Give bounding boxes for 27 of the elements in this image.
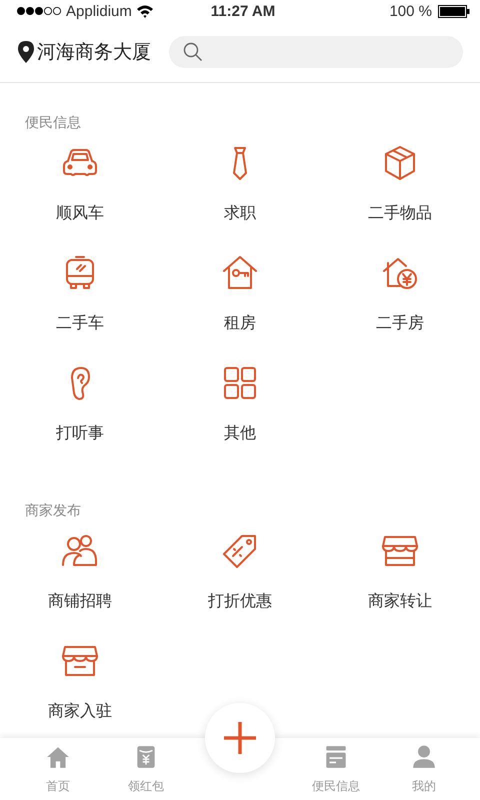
carrier-name: Applidium [66,2,132,20]
card-list-icon [323,744,349,770]
category-item[interactable]: 求职 [160,135,320,245]
category-item[interactable]: 租房 [160,245,320,355]
category-item[interactable]: 打折优惠 [160,523,320,633]
status-time: 11:27 AM [210,2,276,20]
section-title: 商家发布 [24,502,82,521]
person-icon [411,744,437,770]
location-name[interactable]: 河海商务大厦 [37,39,151,65]
category-item[interactable]: 商家入驻 [0,633,160,738]
category-item[interactable]: 二手房 [320,245,480,355]
plus-icon [222,720,258,756]
category-item[interactable]: 打听事 [0,355,160,465]
wifi-icon [136,4,154,18]
category-item[interactable]: 二手车 [0,245,160,355]
section-title: 便民信息 [24,114,82,133]
category-item[interactable]: 顺风车 [0,135,160,245]
category-item[interactable]: 二手物品 [320,135,480,245]
search-icon [183,42,203,62]
category-item[interactable]: 商铺招聘 [0,523,160,633]
category-item[interactable]: 其他 [160,355,320,465]
location-pin-icon [18,41,34,63]
signal-icon [16,6,62,16]
search-field[interactable] [169,36,463,68]
category-item[interactable]: 商家转让 [320,523,480,633]
battery-percent: 100 % [389,2,432,20]
battery-icon [438,4,470,18]
